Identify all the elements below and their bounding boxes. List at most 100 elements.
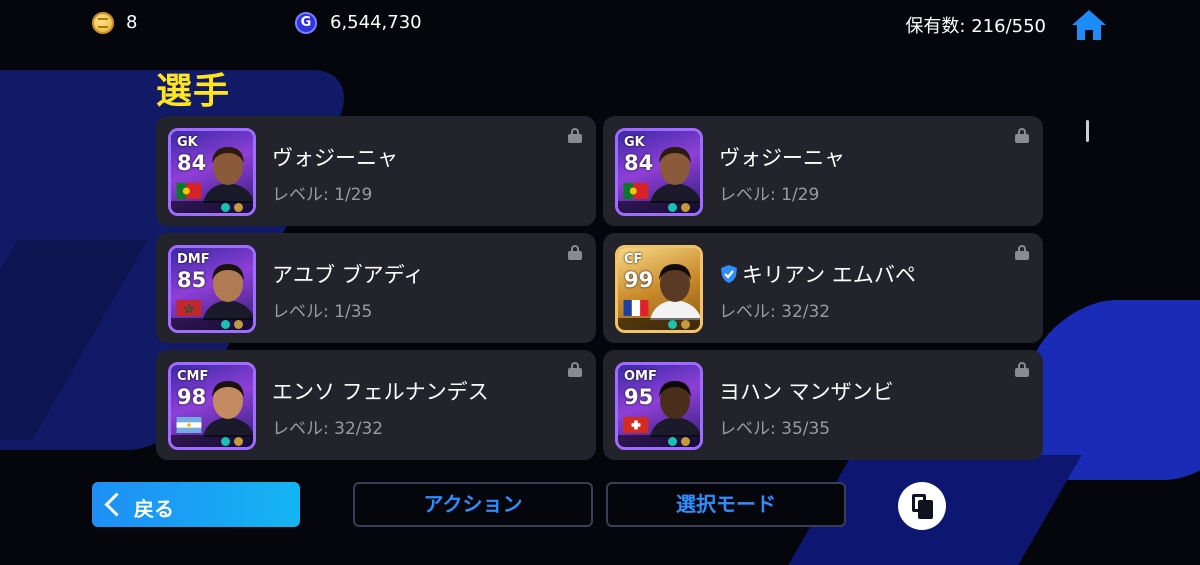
player-name-text: ヴォジーニャ <box>719 146 845 170</box>
player-card-thumbnail: GK 84 <box>615 128 703 216</box>
card-footer <box>618 201 700 213</box>
card-footer <box>171 435 253 447</box>
lock-icon[interactable] <box>568 362 582 377</box>
player-list-item[interactable]: DMF 85 アユブ ブアディ レベル: 1/35 <box>156 233 596 343</box>
coin-icon <box>92 12 114 34</box>
player-position: GK <box>177 135 198 150</box>
player-position: GK <box>624 135 645 150</box>
player-face-image <box>650 381 700 437</box>
lock-body <box>1015 134 1029 143</box>
player-position: DMF <box>177 252 210 267</box>
player-level: レベル: 1/29 <box>719 185 820 205</box>
coin-count: 8 <box>126 12 138 33</box>
player-name-text: ヨハン マンザンビ <box>719 380 894 404</box>
skill-dot-icon <box>234 320 243 329</box>
skill-dot-icon <box>681 437 690 446</box>
back-button-label: 戻る <box>134 497 174 521</box>
lock-icon[interactable] <box>1015 362 1029 377</box>
player-rating: 84 <box>624 151 654 175</box>
skill-dot-icon <box>668 320 677 329</box>
player-name: ヴォジーニャ <box>719 142 845 172</box>
verified-check-icon <box>721 265 737 283</box>
skill-dot-icon <box>221 203 230 212</box>
top-bar: 8 G 6,544,730 保有数: 216/550 <box>0 0 1200 46</box>
lock-icon[interactable] <box>1015 128 1029 143</box>
lock-body <box>568 134 582 143</box>
skill-dot-icon <box>234 203 243 212</box>
player-name: キリアン エムバペ <box>719 259 916 289</box>
skill-dot-icon <box>668 437 677 446</box>
player-level: レベル: 32/32 <box>719 302 831 322</box>
player-card-thumbnail: GK 84 <box>168 128 256 216</box>
player-name-text: アユブ ブアディ <box>272 263 425 287</box>
player-position: CF <box>624 252 643 267</box>
card-footer <box>618 435 700 447</box>
lock-icon[interactable] <box>1015 245 1029 260</box>
lock-body <box>568 251 582 260</box>
france-flag-icon <box>623 300 649 316</box>
lock-body <box>1015 368 1029 377</box>
skill-dot-icon <box>681 320 690 329</box>
player-list[interactable]: GK 84 ヴォジーニャ レベル: 1/29 GK 84 ヴォジーニャ レベル:… <box>156 116 1046 474</box>
player-face-image <box>650 147 700 203</box>
player-rating: 95 <box>624 385 654 409</box>
back-chevron-icon <box>104 492 129 517</box>
player-name-text: キリアン エムバペ <box>742 263 916 287</box>
player-level: レベル: 32/32 <box>272 419 384 439</box>
action-button[interactable]: アクション <box>353 482 593 527</box>
player-name: ヴォジーニャ <box>272 142 398 172</box>
player-rating: 98 <box>177 385 207 409</box>
card-footer <box>618 318 700 330</box>
player-list-item[interactable]: CMF 98 エンソ フェルナンデス レベル: 32/32 <box>156 350 596 460</box>
back-button[interactable]: 戻る <box>92 482 300 527</box>
lock-icon[interactable] <box>568 128 582 143</box>
skill-dot-icon <box>221 437 230 446</box>
player-card-thumbnail: OMF 95 <box>615 362 703 450</box>
player-list-item[interactable]: CF 99 キリアン エムバペ レベル: 32/32 <box>603 233 1043 343</box>
portugal-flag-icon <box>623 183 649 199</box>
home-icon[interactable] <box>1070 8 1108 42</box>
player-rating: 99 <box>624 268 654 292</box>
player-face-image <box>203 381 253 437</box>
skill-dot-icon <box>681 203 690 212</box>
player-level: レベル: 1/29 <box>272 185 373 205</box>
player-name: ヨハン マンザンビ <box>719 376 894 406</box>
card-footer <box>171 318 253 330</box>
background-shape <box>0 240 148 440</box>
player-list-item[interactable]: GK 84 ヴォジーニャ レベル: 1/29 <box>156 116 596 226</box>
player-face-image <box>650 264 700 320</box>
skill-dot-icon <box>234 437 243 446</box>
player-list-item[interactable]: GK 84 ヴォジーニャ レベル: 1/29 <box>603 116 1043 226</box>
gp-count: 6,544,730 <box>330 12 422 33</box>
player-card-thumbnail: DMF 85 <box>168 245 256 333</box>
player-level: レベル: 35/35 <box>719 419 831 439</box>
copy-icon-front <box>918 500 933 519</box>
skill-dot-icon <box>221 320 230 329</box>
owned-count: 保有数: 216/550 <box>905 16 1046 37</box>
player-card-thumbnail: CF 99 <box>615 245 703 333</box>
page-title: 選手 <box>156 71 231 112</box>
player-name: エンソ フェルナンデス <box>272 376 489 406</box>
player-face-image <box>203 264 253 320</box>
gp-icon: G <box>295 12 317 34</box>
morocco-flag-icon <box>176 300 202 316</box>
player-list-item[interactable]: OMF 95 ヨハン マンザンビ レベル: 35/35 <box>603 350 1043 460</box>
copy-button[interactable] <box>898 482 946 530</box>
player-name-text: エンソ フェルナンデス <box>272 380 489 404</box>
player-face-image <box>203 147 253 203</box>
bottom-bar: 戻る アクション 選択モード <box>0 478 1200 538</box>
player-rating: 85 <box>177 268 207 292</box>
switzerland-flag-icon <box>623 417 649 433</box>
lock-icon[interactable] <box>568 245 582 260</box>
player-card-thumbnail: CMF 98 <box>168 362 256 450</box>
player-rating: 84 <box>177 151 207 175</box>
player-position: CMF <box>177 369 209 384</box>
lock-body <box>568 368 582 377</box>
scrollbar[interactable] <box>1086 120 1089 142</box>
player-name-text: ヴォジーニャ <box>272 146 398 170</box>
player-position: OMF <box>624 369 657 384</box>
lock-body <box>1015 251 1029 260</box>
argentina-flag-icon <box>176 417 202 433</box>
skill-dot-icon <box>668 203 677 212</box>
select-mode-button[interactable]: 選択モード <box>606 482 846 527</box>
